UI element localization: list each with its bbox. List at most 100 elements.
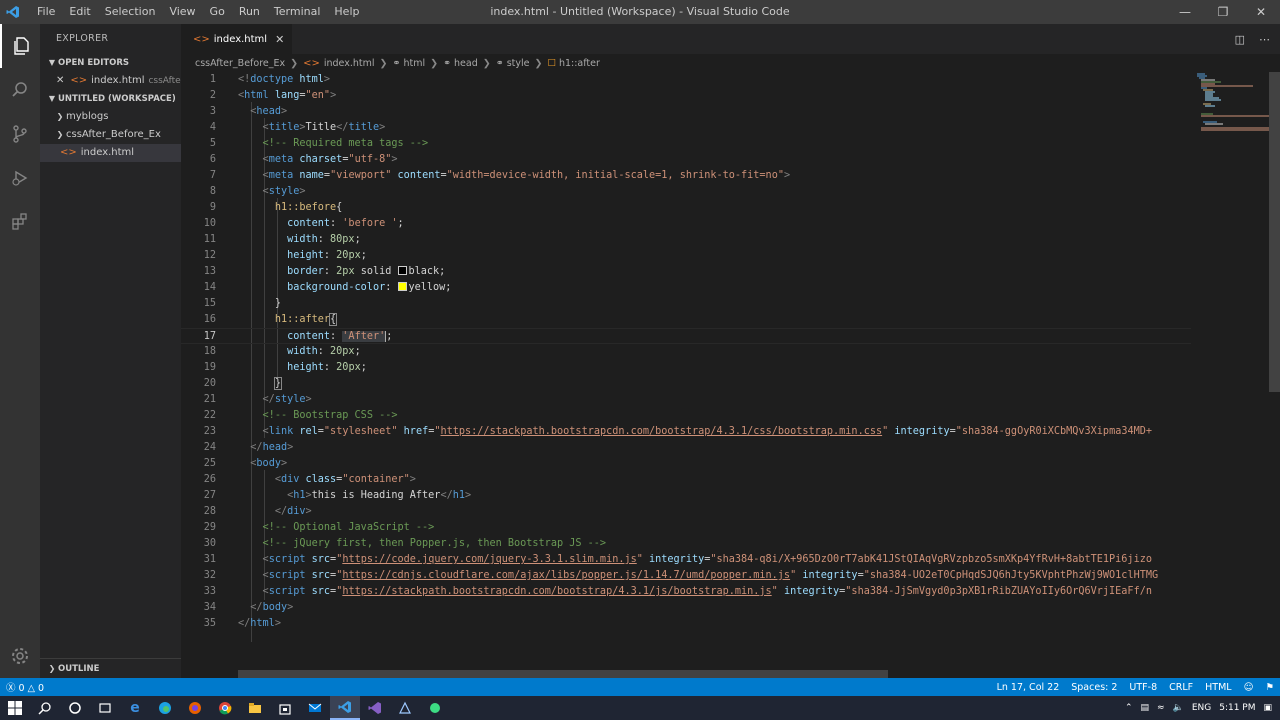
chevron-down-icon: ▼ [48,94,56,103]
error-count: 0 [18,683,25,694]
code-line: 21 </style> [203,394,312,405]
show-hidden-icons-chevron-icon[interactable]: ⌃ [1125,703,1133,713]
menu-run[interactable]: Run [232,0,267,24]
feedback-icon[interactable]: ☺ [1238,682,1260,693]
action-center-icon[interactable]: ▣ [1263,703,1272,713]
end-of-line[interactable]: CRLF [1163,682,1199,693]
run-debug-icon[interactable] [0,156,40,200]
wifi-icon[interactable]: ≈ [1157,703,1165,713]
folder-label: cssAfter_Before_Ex [66,129,161,140]
visual-studio-icon[interactable] [360,696,390,720]
menu-edit[interactable]: Edit [62,0,97,24]
more-actions-icon[interactable]: ⋯ [1259,33,1270,46]
code-line: 25 <body> [203,458,288,469]
encoding[interactable]: UTF-8 [1123,682,1163,693]
vertical-scrollbar[interactable] [1269,72,1280,392]
breadcrumb-item[interactable]: html [403,58,425,69]
breadcrumb: cssAfter_Before_Ex ❯ <> index.html ❯ ⚭ html ❯… [195,57,600,69]
open-editor-item[interactable]: ✕ <> index.html cssAfte... [40,72,181,90]
source-control-icon[interactable] [0,112,40,156]
menu-terminal[interactable]: Terminal [267,0,328,24]
chrome-icon[interactable] [210,696,240,720]
search-icon[interactable] [30,696,60,720]
close-icon[interactable]: ✕ [275,33,284,46]
color-swatch-black[interactable] [397,266,407,275]
status-bar: Ⓧ 0 △ 0 Ln 17, Col 22 Spaces: 2 UTF-8 CR… [0,678,1280,696]
code-line: 33 <script src="https://stackpath.bootst… [203,586,1152,597]
code-line: 1 <!doctype html> [209,74,331,85]
activity-bar [0,24,40,678]
notifications-bell-icon[interactable]: ⚑ [1259,682,1280,693]
file-label: index.html [80,147,135,158]
menu-help[interactable]: Help [327,0,366,24]
manage-gear-icon[interactable] [0,634,40,678]
workspace-section[interactable]: ▼ UNTITLED (WORKSPACE) [40,90,181,108]
code-line: 32 <script src="https://cdnjs.cloudflare… [203,570,1159,581]
network-icon[interactable]: ▤ [1141,703,1150,713]
network-app-icon[interactable] [390,696,420,720]
minimap[interactable] [1191,72,1271,672]
edge-legacy-icon[interactable]: e [120,696,150,720]
menu-file[interactable]: File [30,0,62,24]
menu-view[interactable]: View [162,0,202,24]
language-mode[interactable]: HTML [1199,682,1237,693]
clock[interactable]: 5:11 PM [1219,703,1255,713]
code-line: 6 <meta charset="utf-8"> [209,154,398,165]
mail-icon[interactable] [300,696,330,720]
breadcrumb-item[interactable]: cssAfter_Before_Ex [195,58,285,69]
split-editor-icon[interactable]: ◫ [1235,33,1245,46]
folder-item-cssafter[interactable]: ❯ cssAfter_Before_Ex [40,126,181,144]
volume-icon[interactable]: 🔈 [1173,703,1184,713]
tab-index-html[interactable]: <> index.html ✕ [181,24,293,54]
search-icon[interactable] [0,68,40,112]
code-line: 22 <!-- Bootstrap CSS --> [203,410,398,421]
indentation[interactable]: Spaces: 2 [1065,682,1123,693]
code-line: 11 width: 80px; [203,234,361,245]
explorer-icon[interactable] [0,24,40,68]
store-icon[interactable] [270,696,300,720]
open-editors-section[interactable]: ▼ OPEN EDITORS [40,54,181,72]
menu-go[interactable]: Go [203,0,232,24]
restore-button[interactable]: ❐ [1204,0,1242,24]
breadcrumb-item[interactable]: style [507,58,530,69]
element-icon: ⚭ [495,57,504,69]
input-language[interactable]: ENG [1192,703,1211,713]
breadcrumb-item[interactable]: index.html [324,58,375,69]
outline-section[interactable]: ❯ OUTLINE [40,658,181,678]
title-bar: File Edit Selection View Go Run Terminal… [0,0,1280,24]
horizontal-scrollbar[interactable] [238,670,888,678]
code-line: 10 content: 'before '; [203,218,404,229]
code-line: 31 <script src="https://code.jquery.com/… [203,554,1152,565]
minimize-button[interactable]: — [1166,0,1204,24]
android-studio-icon[interactable] [420,696,450,720]
edge-icon[interactable] [150,696,180,720]
code-line: 16 h1::after{ [203,313,338,326]
windows-start-icon[interactable] [0,696,30,720]
firefox-icon[interactable] [180,696,210,720]
code-line: 30 <!-- jQuery first, then Popper.js, th… [203,538,607,549]
extensions-icon[interactable] [0,200,40,244]
tab-label: index.html [213,33,268,45]
color-swatch-yellow[interactable] [397,282,407,291]
problems-indicator[interactable]: Ⓧ 0 △ 0 [0,680,50,694]
code-line: 7 <meta name="viewport" content="width=d… [209,170,791,181]
html-file-icon: <> [60,147,77,158]
code-line: 28 </div> [203,506,312,517]
folder-item-myblogs[interactable]: ❯ myblogs [40,108,181,126]
breadcrumb-item[interactable]: head [454,58,478,69]
vscode-taskbar-icon[interactable] [330,696,360,720]
task-view-icon[interactable] [90,696,120,720]
close-icon[interactable]: ✕ [56,72,64,90]
close-window-button[interactable]: ✕ [1242,0,1280,24]
cortana-icon[interactable] [60,696,90,720]
breadcrumb-item[interactable]: h1::after [559,58,600,69]
code-editor[interactable]: 1 <!doctype html> 2 <html lang="en"> 3 <he… [181,72,1191,672]
code-line: 8 <style> [209,186,306,197]
cursor-position[interactable]: Ln 17, Col 22 [991,682,1066,693]
open-editor-folder: cssAfte... [148,76,181,86]
outline-label: OUTLINE [58,664,100,674]
file-explorer-icon[interactable] [240,696,270,720]
file-item-index[interactable]: <> index.html [40,144,181,162]
code-line: 9 h1::before{ [209,202,343,213]
menu-selection[interactable]: Selection [98,0,163,24]
